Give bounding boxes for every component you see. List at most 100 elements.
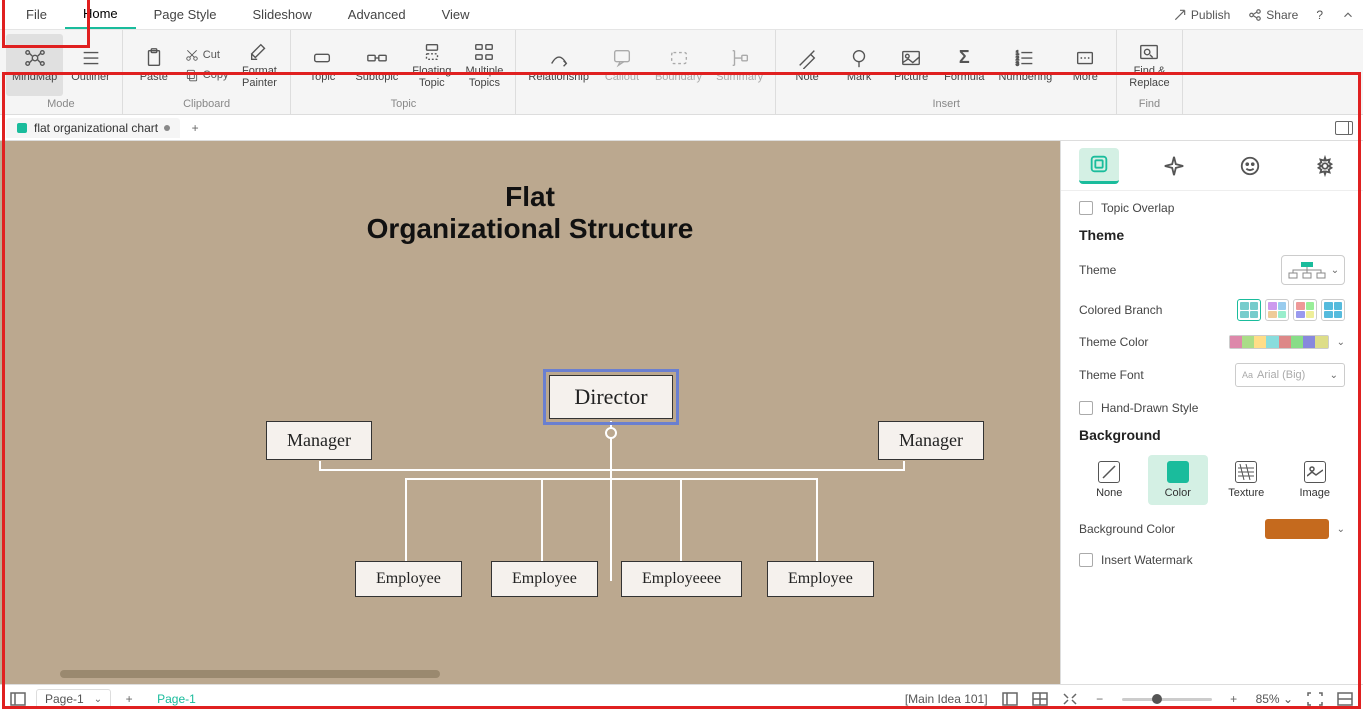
theme-font-label: Theme Font	[1079, 368, 1144, 382]
hand-drawn-checkbox[interactable]	[1079, 401, 1093, 415]
zoom-slider[interactable]	[1122, 698, 1212, 701]
subtopic-button[interactable]: Subtopic	[349, 34, 404, 96]
menu-home[interactable]: Home	[65, 0, 136, 29]
zoom-out-button[interactable]: −	[1092, 691, 1108, 707]
canvas[interactable]: Flat Organizational Structure Director M…	[0, 141, 1060, 684]
formula-button[interactable]: ΣFormula	[938, 34, 990, 96]
relationship-button[interactable]: Relationship	[522, 34, 595, 96]
document-tab[interactable]: flat organizational chart	[6, 118, 180, 138]
fullscreen-icon[interactable]	[1307, 691, 1323, 707]
fit-icon[interactable]	[1062, 691, 1078, 707]
floating-topic-button[interactable]: Floating Topic	[406, 34, 457, 96]
callout-button[interactable]: Callout	[597, 34, 647, 96]
main-idea-status: [Main Idea 101]	[905, 692, 988, 706]
modified-dot-icon	[164, 125, 170, 131]
clipboard-label: Clipboard	[129, 96, 285, 112]
theme-label: Theme	[1079, 263, 1116, 277]
node-employee-1[interactable]: Employee	[355, 561, 462, 597]
paste-button[interactable]: Paste	[129, 34, 179, 96]
node-employee-3[interactable]: Employeeee	[621, 561, 742, 597]
theme-color-label: Theme Color	[1079, 335, 1148, 349]
mode-label: Mode	[6, 96, 116, 112]
topic-overlap-checkbox[interactable]	[1079, 201, 1093, 215]
branch-option-3[interactable]	[1293, 299, 1317, 321]
view-icon-2[interactable]	[1032, 691, 1048, 707]
collapse-panel-icon[interactable]	[1337, 691, 1353, 707]
add-page-button[interactable]: +	[121, 691, 137, 707]
topic-overlap-label: Topic Overlap	[1101, 201, 1174, 215]
pages-icon[interactable]	[10, 691, 26, 707]
sidetab-page[interactable]	[1079, 148, 1119, 184]
collapse-ribbon-icon[interactable]	[1341, 8, 1355, 22]
doc-icon	[16, 122, 28, 134]
zoom-in-button[interactable]: +	[1226, 691, 1242, 707]
panel-toggle-icon[interactable]	[1335, 121, 1353, 135]
menu-file[interactable]: File	[8, 1, 65, 28]
bg-image-button[interactable]: Image	[1285, 455, 1346, 505]
page-tab[interactable]: Page-1	[147, 688, 206, 710]
menu-view[interactable]: View	[424, 1, 488, 28]
bg-none-button[interactable]: None	[1079, 455, 1140, 505]
view-icon-1[interactable]	[1002, 691, 1018, 707]
background-heading: Background	[1079, 427, 1345, 443]
share-button[interactable]: Share	[1248, 8, 1298, 22]
mark-button[interactable]: Mark	[834, 34, 884, 96]
numbering-button[interactable]: 123Numbering	[992, 34, 1058, 96]
find-label: Find	[1123, 96, 1175, 112]
node-employee-2[interactable]: Employee	[491, 561, 598, 597]
colored-branch-label: Colored Branch	[1079, 303, 1162, 317]
watermark-label: Insert Watermark	[1101, 553, 1193, 567]
topic-button[interactable]: Topic	[297, 34, 347, 96]
sidetab-ai[interactable]	[1154, 148, 1194, 184]
svg-text:3: 3	[1016, 61, 1019, 67]
menu-advanced[interactable]: Advanced	[330, 1, 424, 28]
node-director[interactable]: Director	[549, 375, 673, 419]
sidetab-settings[interactable]	[1305, 148, 1345, 184]
theme-heading: Theme	[1079, 227, 1345, 243]
outliner-button[interactable]: Outliner	[65, 34, 116, 96]
menu-slideshow[interactable]: Slideshow	[235, 1, 330, 28]
mindmap-button[interactable]: MindMap	[6, 34, 63, 96]
sidetab-emoji[interactable]	[1230, 148, 1270, 184]
branch-option-2[interactable]	[1265, 299, 1289, 321]
bg-color-label: Background Color	[1079, 522, 1175, 536]
help-icon[interactable]: ?	[1316, 8, 1323, 22]
note-button[interactable]: Note	[782, 34, 832, 96]
document-tabs: flat organizational chart +	[0, 115, 1363, 141]
multiple-topics-button[interactable]: Multiple Topics	[459, 34, 509, 96]
theme-font-selector[interactable]: AaArial (Big)⌄	[1235, 363, 1345, 387]
theme-color-selector[interactable]	[1229, 335, 1329, 349]
insert-label: Insert	[782, 96, 1110, 112]
bg-texture-button[interactable]: Texture	[1216, 455, 1277, 505]
chart-title: Flat Organizational Structure	[367, 181, 694, 245]
branch-option-4[interactable]	[1321, 299, 1345, 321]
node-employee-4[interactable]: Employee	[767, 561, 874, 597]
theme-selector[interactable]: ⌄	[1281, 255, 1345, 285]
more-button[interactable]: More	[1060, 34, 1110, 96]
status-bar: Page-1⌄ + Page-1 [Main Idea 101] − + 85%…	[0, 684, 1363, 713]
find-replace-button[interactable]: Find & Replace	[1123, 34, 1175, 96]
node-manager-1[interactable]: Manager	[266, 421, 372, 460]
format-painter-button[interactable]: Format Painter	[234, 34, 284, 96]
watermark-checkbox[interactable]	[1079, 553, 1093, 567]
horizontal-scrollbar[interactable]	[60, 670, 1060, 680]
summary-button[interactable]: Summary	[710, 34, 769, 96]
side-tabs	[1061, 141, 1363, 191]
bg-color-swatch[interactable]	[1265, 519, 1329, 539]
new-tab-button[interactable]: +	[186, 119, 204, 137]
hand-drawn-label: Hand-Drawn Style	[1101, 401, 1198, 415]
bg-color-button[interactable]: Color	[1148, 455, 1209, 505]
copy-button[interactable]: Copy	[181, 66, 233, 84]
page-selector[interactable]: Page-1⌄	[36, 689, 111, 709]
topic-label: Topic	[297, 96, 509, 112]
zoom-value[interactable]: 85% ⌄	[1256, 692, 1293, 706]
publish-button[interactable]: Publish	[1173, 8, 1230, 22]
branch-option-1[interactable]	[1237, 299, 1261, 321]
cut-button[interactable]: Cut	[181, 46, 233, 64]
picture-button[interactable]: Picture	[886, 34, 936, 96]
boundary-button[interactable]: Boundary	[649, 34, 708, 96]
ribbon: MindMap Outliner Mode Paste Cut Copy For…	[0, 30, 1363, 115]
side-panel: Topic Overlap Theme Theme ⌄ Colored Bran…	[1060, 141, 1363, 684]
node-manager-2[interactable]: Manager	[878, 421, 984, 460]
menu-pagestyle[interactable]: Page Style	[136, 1, 235, 28]
